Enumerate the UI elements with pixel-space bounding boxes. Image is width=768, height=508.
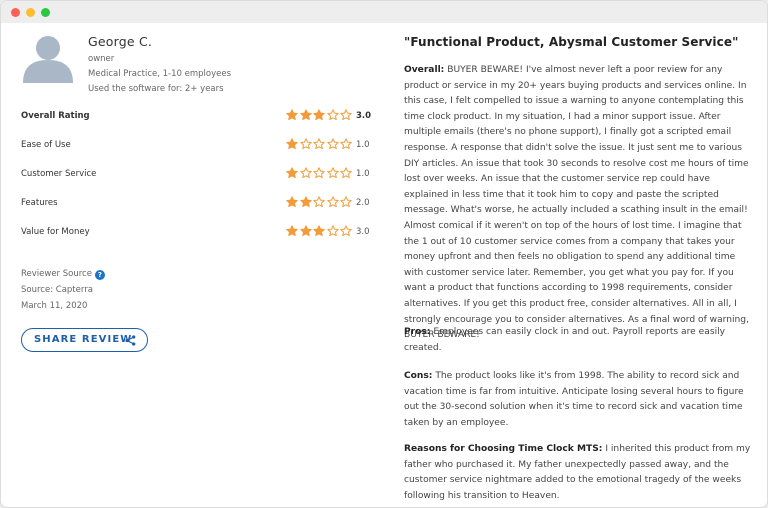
overall-text: BUYER BEWARE! I've almost never left a p… (404, 65, 749, 341)
window-titlebar (1, 1, 767, 23)
rating-row-value-for-money: Value for Money 3.0 (21, 225, 371, 240)
reviewer-usage: Used the software for: 2+ years (88, 84, 224, 94)
star-filled-icon (313, 225, 325, 237)
reviewer-info: George C. owner Medical Practice, 1-10 e… (88, 34, 231, 97)
share-review-label: SHARE REVIEW (34, 334, 133, 345)
reviewer-source-line: Reviewer Source? (21, 266, 105, 282)
review-source: Reviewer Source? Source: Capterra March … (21, 266, 105, 314)
rating-row-overall: Overall Rating 3.0 (21, 109, 372, 124)
star-empty-icon (313, 138, 325, 150)
share-icon (125, 335, 136, 346)
star-filled-icon (299, 196, 312, 208)
star-rating (286, 196, 354, 210)
star-empty-icon (340, 167, 352, 179)
cons-label: Cons: (404, 371, 433, 381)
reasons-label: Reasons for Choosing Time Clock MTS: (404, 444, 603, 454)
rating-label: Value for Money (21, 227, 90, 237)
star-rating (286, 167, 354, 181)
rating-value: 3.0 (356, 227, 370, 237)
star-empty-icon (326, 196, 339, 208)
star-empty-icon (340, 138, 352, 150)
star-empty-icon (299, 138, 312, 150)
star-empty-icon (326, 109, 339, 121)
share-review-button[interactable]: SHARE REVIEW (21, 328, 148, 352)
overall-label: Overall: (404, 65, 445, 75)
rating-value: 2.0 (356, 198, 370, 208)
star-filled-icon (286, 225, 298, 237)
star-empty-icon (340, 109, 352, 121)
star-filled-icon (286, 109, 298, 121)
star-rating (286, 138, 354, 152)
review-date: March 11, 2020 (21, 301, 88, 311)
star-rating (286, 225, 354, 239)
rating-value: 1.0 (356, 140, 370, 150)
minimize-window-button[interactable] (26, 8, 35, 17)
rating-value: 3.0 (356, 111, 372, 121)
pros-text: Employees can easily clock in and out. P… (404, 327, 725, 353)
review-overall: Overall: BUYER BEWARE! I've almost never… (404, 63, 754, 344)
star-filled-icon (286, 167, 298, 179)
rating-row-customer-service: Customer Service 1.0 (21, 167, 371, 182)
maximize-window-button[interactable] (41, 8, 50, 17)
reviewer-source-label: Reviewer Source (21, 269, 92, 279)
reviewer-role: owner (88, 54, 115, 64)
star-filled-icon (313, 109, 325, 121)
avatar-icon (23, 36, 73, 83)
rating-label: Customer Service (21, 169, 97, 179)
rating-value: 1.0 (356, 169, 370, 179)
rating-label: Features (21, 198, 58, 208)
star-empty-icon (326, 138, 339, 150)
close-window-button[interactable] (11, 8, 20, 17)
pros-label: Pros: (404, 327, 431, 337)
star-empty-icon (340, 196, 352, 208)
help-icon[interactable]: ? (94, 270, 105, 280)
cons-text: The product looks like it's from 1998. T… (404, 371, 744, 428)
star-empty-icon (326, 167, 339, 179)
review-reasons: Reasons for Choosing Time Clock MTS: I i… (404, 442, 754, 504)
star-empty-icon (313, 167, 325, 179)
star-empty-icon (299, 167, 312, 179)
star-filled-icon (286, 138, 298, 150)
star-empty-icon (326, 225, 339, 237)
rating-label: Overall Rating (21, 111, 90, 121)
review-cons: Cons: The product looks like it's from 1… (404, 369, 754, 431)
review-window: George C. owner Medical Practice, 1-10 e… (0, 0, 768, 508)
star-rating (286, 109, 354, 123)
star-filled-icon (299, 225, 312, 237)
rating-label: Ease of Use (21, 140, 71, 150)
star-filled-icon (299, 109, 312, 121)
rating-row-features: Features 2.0 (21, 196, 371, 211)
star-empty-icon (340, 225, 352, 237)
source-text: Source: Capterra (21, 285, 93, 295)
reviewer-name: George C. (88, 34, 153, 49)
star-empty-icon (313, 196, 325, 208)
reviewer-company: Medical Practice, 1-10 employees (88, 69, 231, 79)
rating-row-ease-of-use: Ease of Use 1.0 (21, 138, 371, 153)
review-pros: Pros: Employees can easily clock in and … (404, 325, 754, 356)
star-filled-icon (286, 196, 298, 208)
review-title: "Functional Product, Abysmal Customer Se… (404, 35, 739, 49)
